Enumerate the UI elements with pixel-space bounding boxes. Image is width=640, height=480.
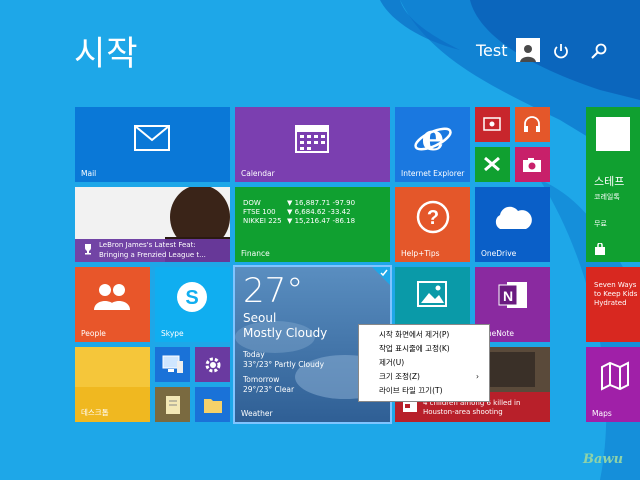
store-app-title: 스테프 [594,175,625,188]
search-icon[interactable] [590,42,608,60]
finance-row: DOW ▼ 16,887.71 -97.90 [243,199,356,207]
page-title: 시작 [74,34,139,74]
tile-label: Mail [81,169,97,178]
gear-icon [205,357,221,373]
tile-desktop[interactable]: 데스크톱 [75,347,150,422]
weather-today: 33°/23° Partly Cloudy [243,360,325,369]
context-menu: 시작 화면에서 제거(P) 작업 표시줄에 고정(K) 제거(U) 크기 조정(… [358,324,490,402]
tile-help[interactable]: ? Help+Tips [395,187,470,262]
health-headline: Seven Ways to Keep Kids Hydrated [594,281,638,307]
tile-maps[interactable]: Maps [586,347,640,422]
tile-music[interactable] [515,107,550,142]
finance-row: FTSE 100 ▼ 6,684.62 -33.42 [243,208,351,216]
headphones-icon [524,116,540,132]
tile-games[interactable] [475,147,510,182]
user-name: Test [476,40,508,60]
weather-city: Seoul [243,311,277,325]
power-icon[interactable] [552,42,570,60]
folder-icon [204,399,222,413]
menu-item-label: 크기 조정(Z) [379,372,420,381]
store-bag-icon [595,243,605,255]
news-headline-1: LeBron James's Latest Feat: [99,241,196,249]
cloud-icon [495,206,532,229]
tile-label: OneDrive [481,249,517,258]
newspaper-icon [403,402,417,412]
menu-item-uninstall[interactable]: 제거(U) [359,356,489,370]
map-icon [601,361,629,391]
menu-item-pin-taskbar[interactable]: 작업 표시줄에 고정(K) [359,342,489,356]
tile-label: Help+Tips [401,249,440,258]
user-account[interactable]: Test [476,38,540,62]
news-headline-2: Bringing a Frenzied League t... [99,251,206,259]
weather-condition: Mostly Cloudy [243,326,328,340]
tile-explorer[interactable] [195,387,230,422]
weather-tomorrow-label: Tomorrow [243,375,280,384]
app-thumbnail [596,117,630,151]
tile-label: Finance [241,249,270,258]
calendar-icon [295,125,329,153]
weather-temp: 27° [243,271,304,311]
check-icon [380,269,388,277]
tile-label: 데스크톱 [81,408,109,417]
internet-explorer-icon: e [414,117,452,157]
tile-label: Internet Explorer [401,169,465,178]
people-icon [94,284,130,310]
tile-people[interactable]: People [75,267,150,342]
tile-label: Weather [241,409,273,418]
tile-control-panel[interactable] [195,347,230,382]
person-icon [519,45,536,62]
weather-today-label: Today [243,350,265,359]
tile-internet-explorer[interactable]: e Internet Explorer [395,107,470,182]
document-icon [166,396,180,414]
tile-camera[interactable] [515,147,550,182]
svg-text:N: N [503,288,513,304]
svg-text:e: e [422,117,445,157]
menu-item-live-tile-off[interactable]: 라이브 타일 끄기(T) [359,384,489,398]
tile-label: Maps [592,409,612,418]
xbox-icon [484,156,500,172]
chevron-right-icon: › [476,372,479,381]
skype-icon: S [177,282,207,312]
menu-item-unpin-start[interactable]: 시작 화면에서 제거(P) [359,328,489,342]
tile-label: Skype [161,329,184,338]
svg-text:?: ? [427,207,439,229]
tile-video[interactable] [475,107,510,142]
tile-mail[interactable]: Mail [75,107,230,182]
computer-icon [162,355,183,373]
weather-tomorrow: 29°/23° Clear [243,385,295,394]
mail-icon [134,125,170,151]
video-icon [483,117,501,131]
tile-calendar[interactable]: Calendar [235,107,390,182]
avatar [515,38,540,62]
menu-item-resize[interactable]: 크기 조정(Z) › [359,370,489,384]
help-icon: ? [416,200,450,234]
tile-label: Calendar [241,169,275,178]
onenote-icon: N [498,282,527,308]
tile-news[interactable]: LeBron James's Latest Feat: Bringing a F… [75,187,230,262]
tile-store[interactable]: 스테프 코레일톡 무료 [586,107,640,262]
photos-icon [417,281,447,307]
svg-text:S: S [185,287,198,309]
trophy-icon [85,244,91,255]
tile-documents[interactable] [155,387,190,422]
tile-label: People [81,329,106,338]
camera-icon [523,158,541,172]
tile-computer[interactable] [155,347,190,382]
tile-onedrive[interactable]: OneDrive [475,187,550,262]
store-app-subtitle: 코레일톡 [594,193,620,201]
finance-row: NIKKEI 225 ▼ 15,216.47 -86.18 [243,217,356,225]
tile-health[interactable]: Seven Ways to Keep Kids Hydrated [586,267,640,342]
tile-finance[interactable]: DOW ▼ 16,887.71 -97.90 FTSE 100 ▼ 6,684.62… [235,187,390,262]
watermark: Bawu [583,452,624,467]
tile-skype[interactable]: S Skype [155,267,230,342]
store-app-price: 무료 [594,220,607,228]
